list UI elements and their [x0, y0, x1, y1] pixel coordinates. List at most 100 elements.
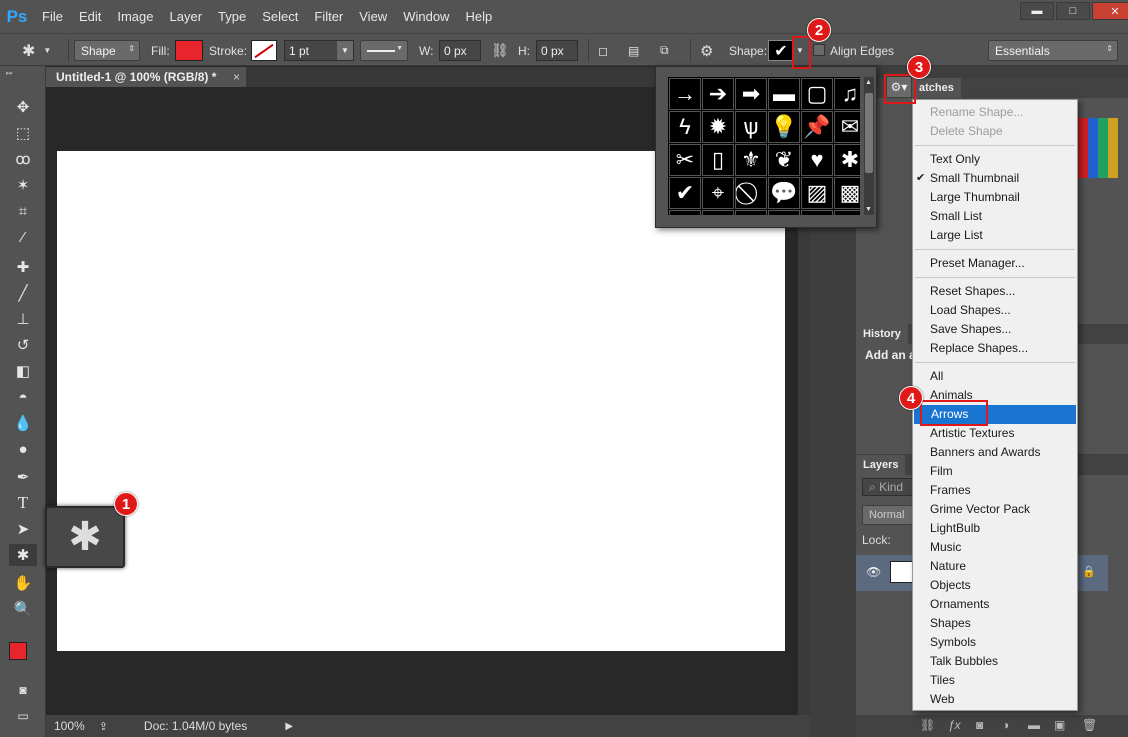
menu-item-banners-and-awards[interactable]: Banners and Awards [913, 443, 1077, 462]
history-brush-icon[interactable]: ↺ [9, 334, 37, 356]
stroke-width-field[interactable]: 1 pt ▼ [284, 40, 354, 61]
shape-lightbulb-icon[interactable]: 💡 [768, 111, 800, 143]
menu-item-replace-shapes[interactable]: Replace Shapes... [913, 339, 1077, 358]
scroll-up-icon[interactable]: ▲ [865, 79, 872, 86]
gear-icon[interactable]: ⚙ [700, 40, 713, 61]
swatch-grid[interactable] [1078, 118, 1118, 178]
menu-item-nature[interactable]: Nature [913, 557, 1077, 576]
menu-item-talk-bubbles[interactable]: Talk Bubbles [913, 652, 1077, 671]
screen-mode-icon[interactable]: ▭ [9, 705, 37, 727]
menu-item-music[interactable]: Music [913, 538, 1077, 557]
shape-checker-icon[interactable]: ▩ [834, 177, 860, 209]
menu-item-film[interactable]: Film [913, 462, 1077, 481]
workspace-dropdown[interactable]: Essentials ⇕ [988, 40, 1118, 61]
new-layer-icon[interactable]: ▣ [1054, 718, 1065, 732]
shape-fleur-de-lis-icon[interactable]: ⚜ [735, 144, 767, 176]
menu-item-all[interactable]: All [913, 367, 1077, 386]
menu-item-reset-shapes[interactable]: Reset Shapes... [913, 282, 1077, 301]
marquee-tool-icon[interactable]: ⬚ [9, 122, 37, 144]
brush-tool-icon[interactable]: ╱ [9, 282, 37, 304]
hand-tool-icon[interactable]: ✋ [9, 572, 37, 594]
menu-item-save-shapes[interactable]: Save Shapes... [913, 320, 1077, 339]
shape-heart-icon[interactable]: ♥ [801, 144, 833, 176]
menu-image[interactable]: Image [109, 0, 161, 33]
menu-file[interactable]: File [34, 0, 71, 33]
zoom-tool-icon[interactable]: 🔍 [9, 598, 37, 620]
path-arrangement-icon[interactable]: ⧉ [660, 40, 669, 61]
scroll-down-icon[interactable]: ▼ [865, 206, 872, 213]
link-icon[interactable]: ⛓ [491, 40, 509, 61]
eyedropper-icon[interactable]: ⁄ [9, 226, 37, 248]
lasso-tool-icon[interactable]: ꝏ [9, 148, 37, 170]
shape-lightning-icon[interactable]: ϟ [669, 111, 701, 143]
shape-grass-icon[interactable]: ѱ [735, 111, 767, 143]
menu-item-shapes[interactable]: Shapes [913, 614, 1077, 633]
menu-item-symbols[interactable]: Symbols [913, 633, 1077, 652]
shape-target-icon[interactable]: ⌖ [702, 177, 734, 209]
scroll-thumb[interactable] [865, 93, 873, 173]
stroke-swatch[interactable] [251, 40, 277, 61]
shape-checkmark-icon[interactable]: ✔ [669, 177, 701, 209]
pen-tool-icon[interactable]: ✒ [9, 466, 37, 488]
menu-item-objects[interactable]: Objects [913, 576, 1077, 595]
fill-swatch[interactable] [175, 40, 203, 61]
menu-item-web[interactable]: Web [913, 690, 1077, 709]
menu-item-large-thumbnail[interactable]: Large Thumbnail [913, 188, 1077, 207]
paint-bucket-icon[interactable]: ◓ [9, 386, 37, 408]
blur-tool-icon[interactable]: 💧 [9, 412, 37, 434]
export-icon[interactable]: ⇪ [99, 720, 108, 733]
shape-paw-icon[interactable]: ❀ [735, 210, 767, 215]
menu-window[interactable]: Window [395, 0, 457, 33]
shape-pushpin-icon[interactable]: 📌 [801, 111, 833, 143]
trash-icon[interactable]: 🗑 [1082, 718, 1097, 732]
quick-mask-icon[interactable]: ◙ [9, 679, 37, 701]
play-arrow-icon[interactable]: ▶ [285, 721, 293, 732]
menu-item-small-thumbnail[interactable]: ✔ Small Thumbnail [913, 169, 1077, 188]
healing-brush-icon[interactable]: ✚ [9, 256, 37, 278]
menu-item-small-list[interactable]: Small List [913, 207, 1077, 226]
menu-item-rename-shape[interactable]: Rename Shape... [913, 103, 1077, 122]
height-field[interactable]: 0 px [536, 40, 578, 61]
eraser-icon[interactable]: ◧ [9, 360, 37, 382]
shape-envelope-icon[interactable]: ✉ [834, 111, 860, 143]
mask-icon[interactable]: ◙ [976, 718, 983, 732]
foreground-color-swatch[interactable] [9, 642, 27, 660]
shape-square-icon[interactable]: □ [801, 210, 833, 215]
dodge-tool-icon[interactable]: ● [9, 438, 37, 460]
shape-circle-icon[interactable]: ○ [768, 210, 800, 215]
custom-shape-tool-icon[interactable]: ✱ [9, 544, 37, 566]
tab-swatches[interactable]: atches [912, 78, 961, 98]
collapse-icon[interactable]: ▸▸ [6, 69, 13, 77]
shape-frame-icon[interactable]: ▢ [801, 78, 833, 110]
crop-tool-icon[interactable]: ⌗ [9, 200, 37, 222]
zoom-level[interactable]: 100% [54, 719, 85, 733]
menu-item-grime-vector-pack[interactable]: Grime Vector Pack [913, 500, 1077, 519]
shape-bold-arrow-icon[interactable]: ➡ [735, 78, 767, 110]
tab-history[interactable]: History [856, 324, 908, 344]
shape-thin-arrow-icon[interactable]: → [669, 78, 701, 110]
maximize-button[interactable]: □ [1056, 2, 1090, 20]
shape-no-sign-icon[interactable]: ⃠ [735, 177, 767, 209]
eye-icon[interactable]: 👁 [866, 565, 881, 579]
menu-select[interactable]: Select [254, 0, 306, 33]
path-alignment-icon[interactable]: ▤ [628, 40, 639, 61]
shape-burst-icon[interactable]: ✸ [702, 210, 734, 215]
path-operations-icon[interactable]: ◻ [598, 40, 608, 61]
menu-layer[interactable]: Layer [162, 0, 211, 33]
menu-item-frames[interactable]: Frames [913, 481, 1077, 500]
mode-dropdown[interactable]: Shape ⇕ [74, 40, 140, 61]
close-tab-icon[interactable]: × [233, 67, 240, 87]
shape-arrow-icon[interactable]: ➔ [702, 78, 734, 110]
menu-item-large-list[interactable]: Large List [913, 226, 1077, 245]
menu-item-preset-manager[interactable]: Preset Manager... [913, 254, 1077, 273]
tab-layers[interactable]: Layers [856, 455, 906, 475]
move-tool-icon[interactable]: ✥ [9, 96, 37, 118]
type-tool-icon[interactable]: T [9, 492, 37, 514]
shape-copyright-icon[interactable]: ◎ [834, 210, 860, 215]
shape-stamp-icon[interactable]: ▯ [702, 144, 734, 176]
menu-view[interactable]: View [351, 0, 395, 33]
shape-grid-icon[interactable]: ▦ [669, 210, 701, 215]
shape-banner-icon[interactable]: ▬ [768, 78, 800, 110]
stroke-type-dropdown[interactable]: ▼ [360, 40, 408, 61]
shape-speech-bubble-icon[interactable]: 💬 [768, 177, 800, 209]
